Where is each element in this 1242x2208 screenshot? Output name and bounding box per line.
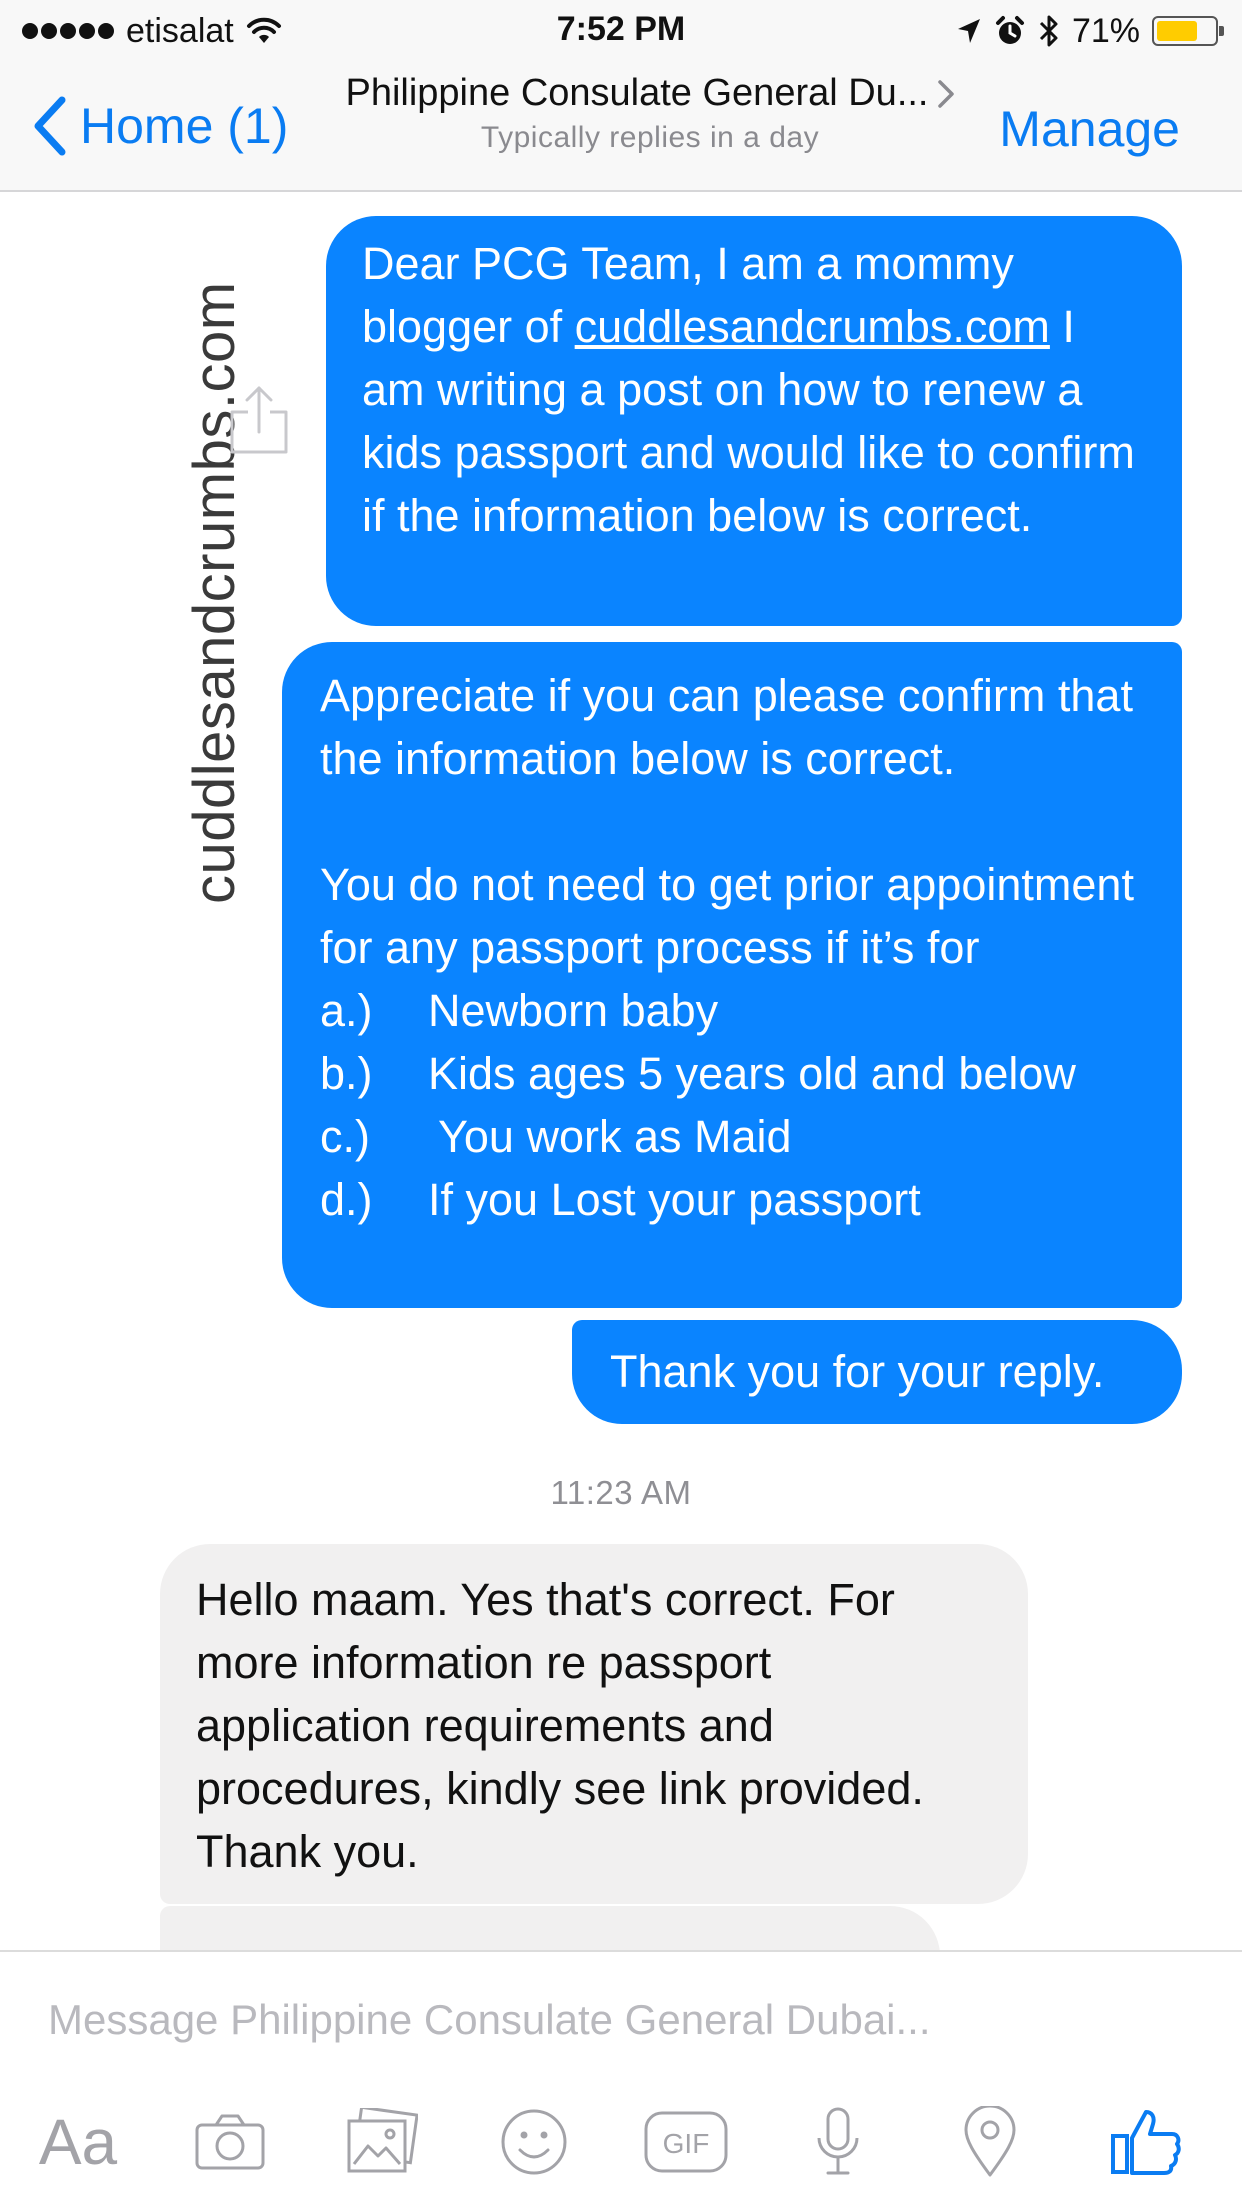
battery-icon — [1152, 16, 1224, 46]
share-icon[interactable] — [226, 384, 292, 456]
list-item: c.) You work as Maid — [320, 1105, 1152, 1168]
message-input[interactable] — [48, 1992, 1198, 2048]
photo-glyph — [347, 2108, 418, 2173]
list-item: a.) Newborn baby — [320, 979, 1152, 1042]
list-marker: c.) — [320, 1111, 370, 1162]
alarm-icon — [995, 16, 1024, 44]
list-text: If you Lost your passport — [428, 1174, 921, 1225]
list-marker: b.) — [320, 1048, 373, 1099]
back-label: Home (1) — [80, 98, 289, 154]
message-list[interactable]: cuddlesandcrumbs.com Dear PCG Team, I am… — [0, 194, 1242, 1950]
received-message[interactable] — [160, 1906, 940, 1950]
bluetooth-icon — [1039, 15, 1058, 47]
message-text: Dear PCG Team, I am a mommy blogger of c… — [362, 232, 1148, 547]
composer-toolbar: Aa GIF — [0, 2092, 1242, 2192]
gif-glyph: GIF — [644, 2111, 728, 2173]
sent-message[interactable]: Dear PCG Team, I am a mommy blogger of c… — [326, 216, 1182, 626]
list-text: Kids ages 5 years old and below — [428, 1048, 1076, 1099]
status-bar: etisalat 7:52 PM 71% — [0, 0, 1242, 62]
battery-percent: 71% — [1071, 11, 1140, 50]
camera-glyph — [195, 2114, 265, 2170]
aa-icon[interactable]: Aa — [28, 2092, 128, 2192]
sent-message[interactable]: Appreciate if you can please confirm tha… — [282, 642, 1182, 1308]
microphone-icon[interactable] — [788, 2092, 888, 2192]
page-title: Philippine Consulate General Du... — [345, 72, 929, 114]
location-pin-icon[interactable] — [940, 2092, 1040, 2192]
message-paragraph: Appreciate if you can please confirm tha… — [320, 670, 1146, 784]
message-composer: Aa — [0, 1950, 1242, 2208]
list-text: You work as Maid — [438, 1111, 792, 1162]
gif-label: GIF — [663, 2128, 710, 2159]
emoji-glyph — [501, 2109, 567, 2175]
emoji-icon[interactable] — [484, 2092, 584, 2192]
received-message[interactable]: Hello maam. Yes that's correct. For more… — [160, 1544, 1028, 1904]
sent-message[interactable]: Thank you for your reply. — [572, 1320, 1182, 1424]
back-button[interactable]: Home (1) — [30, 94, 288, 158]
like-thumb-icon[interactable] — [1096, 2092, 1196, 2192]
location-arrow-icon — [957, 19, 980, 43]
conversation-header: Home (1) Philippine Consulate General Du… — [0, 62, 1242, 192]
aa-label: Aa — [38, 2106, 118, 2178]
list-marker: d.) — [320, 1174, 373, 1225]
conversation-title[interactable]: Philippine Consulate General Du... Typic… — [320, 72, 980, 155]
message-text: Hello maam. Yes that's correct. For more… — [196, 1574, 936, 1877]
microphone-glyph — [817, 2107, 859, 2175]
message-text: Thank you for your reply. — [610, 1346, 1105, 1397]
blog-link[interactable]: cuddlesandcrumbs.com — [575, 301, 1050, 352]
message-paragraph: You do not need to get prior appointment… — [320, 859, 1147, 973]
location-pin-glyph — [964, 2106, 1016, 2177]
response-time-subtitle: Typically replies in a day — [480, 121, 820, 154]
list-item: b.) Kids ages 5 years old and below — [320, 1042, 1152, 1105]
list-item: d.) If you Lost your passport — [320, 1168, 1152, 1231]
chevron-left-icon — [34, 96, 66, 156]
battery-level — [1157, 21, 1197, 41]
gif-icon[interactable]: GIF — [636, 2092, 736, 2192]
like-thumb-glyph — [1111, 2110, 1181, 2175]
camera-icon[interactable] — [180, 2092, 280, 2192]
list-marker: a.) — [320, 985, 373, 1036]
chevron-right-icon — [937, 79, 954, 108]
manage-button[interactable]: Manage — [999, 100, 1180, 158]
photo-icon[interactable] — [332, 2092, 432, 2192]
message-timestamp: 11:23 AM — [550, 1474, 692, 1511]
status-right: 71% — [956, 10, 1224, 52]
list-text: Newborn baby — [428, 985, 719, 1036]
